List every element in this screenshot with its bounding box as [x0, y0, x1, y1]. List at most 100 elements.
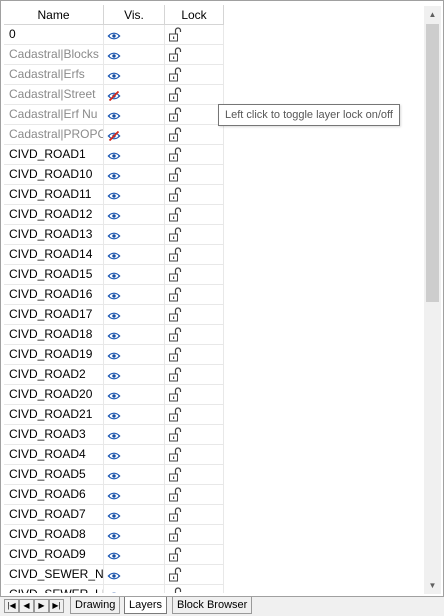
- visibility-toggle[interactable]: [104, 105, 165, 124]
- unlocked-padlock-icon[interactable]: [168, 547, 182, 565]
- layer-row[interactable]: CIVD_ROAD15: [4, 265, 224, 285]
- visibility-toggle[interactable]: [104, 185, 165, 204]
- visibility-toggle[interactable]: [104, 125, 165, 144]
- unlocked-padlock-icon[interactable]: [168, 367, 182, 385]
- eye-icon[interactable]: [107, 350, 121, 364]
- lock-toggle[interactable]: [165, 25, 224, 44]
- visibility-toggle[interactable]: [104, 225, 165, 244]
- unlocked-padlock-icon[interactable]: [168, 507, 182, 525]
- unlocked-padlock-icon[interactable]: [168, 107, 182, 125]
- visibility-toggle[interactable]: [104, 445, 165, 464]
- layer-row[interactable]: CIVD_ROAD8: [4, 525, 224, 545]
- layer-row[interactable]: CIVD_ROAD5: [4, 465, 224, 485]
- lock-toggle[interactable]: [165, 345, 224, 364]
- layer-name[interactable]: CIVD_ROAD11: [4, 185, 104, 204]
- lock-column-header[interactable]: Lock: [165, 5, 224, 24]
- layer-row[interactable]: Cadastral|Blocks: [4, 45, 224, 65]
- layer-name[interactable]: CIVD_SEWER_NO: [4, 565, 104, 584]
- eye-icon[interactable]: [107, 410, 121, 424]
- layer-row[interactable]: Cadastral|PROPC: [4, 125, 224, 145]
- visibility-toggle[interactable]: [104, 365, 165, 384]
- layer-row[interactable]: Cadastral|Erfs: [4, 65, 224, 85]
- lock-toggle[interactable]: [165, 385, 224, 404]
- layer-row[interactable]: CIVD_ROAD13: [4, 225, 224, 245]
- tab-layers[interactable]: Layers: [124, 597, 168, 614]
- visibility-toggle[interactable]: [104, 545, 165, 564]
- lock-toggle[interactable]: [165, 565, 224, 584]
- visibility-toggle[interactable]: [104, 145, 165, 164]
- layer-row[interactable]: Cadastral|Erf Nu: [4, 105, 224, 125]
- layer-name[interactable]: CIVD_SEWER_LI: [4, 585, 104, 593]
- eye-icon[interactable]: [107, 550, 121, 564]
- layer-row[interactable]: CIVD_SEWER_LI: [4, 585, 224, 593]
- eye-icon[interactable]: [107, 30, 121, 44]
- visibility-toggle[interactable]: [104, 265, 165, 284]
- unlocked-padlock-icon[interactable]: [168, 327, 182, 345]
- prev-tab-icon[interactable]: ◀: [19, 599, 34, 613]
- tab-drawing[interactable]: Drawing: [70, 597, 121, 614]
- lock-toggle[interactable]: [165, 525, 224, 544]
- unlocked-padlock-icon[interactable]: [168, 247, 182, 265]
- layer-name[interactable]: CIVD_ROAD9: [4, 545, 104, 564]
- lock-toggle[interactable]: [165, 305, 224, 324]
- layer-row[interactable]: CIVD_ROAD16: [4, 285, 224, 305]
- visibility-toggle[interactable]: [104, 205, 165, 224]
- layer-name[interactable]: CIVD_ROAD8: [4, 525, 104, 544]
- lock-toggle[interactable]: [165, 205, 224, 224]
- eye-icon[interactable]: [107, 70, 121, 84]
- layer-name[interactable]: Cadastral|Street: [4, 85, 104, 104]
- unlocked-padlock-icon[interactable]: [168, 87, 182, 105]
- lock-toggle[interactable]: [165, 445, 224, 464]
- visibility-toggle[interactable]: [104, 25, 165, 44]
- unlocked-padlock-icon[interactable]: [168, 167, 182, 185]
- lock-toggle[interactable]: [165, 65, 224, 84]
- last-tab-icon[interactable]: ▶|: [49, 599, 64, 613]
- visibility-toggle[interactable]: [104, 585, 165, 593]
- unlocked-padlock-icon[interactable]: [168, 47, 182, 65]
- lock-toggle[interactable]: [165, 545, 224, 564]
- first-tab-icon[interactable]: |◀: [4, 599, 19, 613]
- scroll-up-icon[interactable]: ▲: [424, 6, 441, 23]
- unlocked-padlock-icon[interactable]: [168, 347, 182, 365]
- layer-row[interactable]: CIVD_ROAD9: [4, 545, 224, 565]
- layer-row[interactable]: CIVD_ROAD3: [4, 425, 224, 445]
- lock-toggle[interactable]: [165, 425, 224, 444]
- unlocked-padlock-icon[interactable]: [168, 27, 182, 45]
- visibility-toggle[interactable]: [104, 305, 165, 324]
- layer-name[interactable]: Cadastral|Blocks: [4, 45, 104, 64]
- visibility-toggle[interactable]: [104, 285, 165, 304]
- visibility-toggle[interactable]: [104, 85, 165, 104]
- eye-icon[interactable]: [107, 570, 121, 584]
- scroll-down-icon[interactable]: ▼: [424, 577, 441, 594]
- unlocked-padlock-icon[interactable]: [168, 267, 182, 285]
- eye-icon[interactable]: [107, 110, 121, 124]
- lock-toggle[interactable]: [165, 325, 224, 344]
- lock-toggle[interactable]: [165, 85, 224, 104]
- eye-icon[interactable]: [107, 150, 121, 164]
- layer-name[interactable]: CIVD_ROAD7: [4, 505, 104, 524]
- visibility-column-header[interactable]: Vis.: [104, 5, 165, 24]
- layer-name[interactable]: CIVD_ROAD18: [4, 325, 104, 344]
- eye-icon[interactable]: [107, 210, 121, 224]
- unlocked-padlock-icon[interactable]: [168, 307, 182, 325]
- layer-name[interactable]: CIVD_ROAD2: [4, 365, 104, 384]
- unlocked-padlock-icon[interactable]: [168, 487, 182, 505]
- lock-toggle[interactable]: [165, 165, 224, 184]
- lock-toggle[interactable]: [165, 265, 224, 284]
- layer-name[interactable]: CIVD_ROAD1: [4, 145, 104, 164]
- layer-row[interactable]: Cadastral|Street: [4, 85, 224, 105]
- layer-row[interactable]: CIVD_ROAD17: [4, 305, 224, 325]
- layer-row[interactable]: CIVD_SEWER_NO: [4, 565, 224, 585]
- eye-crossed-icon[interactable]: [107, 130, 121, 144]
- layer-name[interactable]: CIVD_ROAD10: [4, 165, 104, 184]
- layer-name[interactable]: CIVD_ROAD12: [4, 205, 104, 224]
- lock-toggle[interactable]: [165, 285, 224, 304]
- visibility-toggle[interactable]: [104, 45, 165, 64]
- layer-row[interactable]: CIVD_ROAD11: [4, 185, 224, 205]
- unlocked-padlock-icon[interactable]: [168, 447, 182, 465]
- unlocked-padlock-icon[interactable]: [168, 567, 182, 585]
- layer-row[interactable]: CIVD_ROAD21: [4, 405, 224, 425]
- visibility-toggle[interactable]: [104, 405, 165, 424]
- visibility-toggle[interactable]: [104, 505, 165, 524]
- lock-toggle[interactable]: [165, 585, 224, 593]
